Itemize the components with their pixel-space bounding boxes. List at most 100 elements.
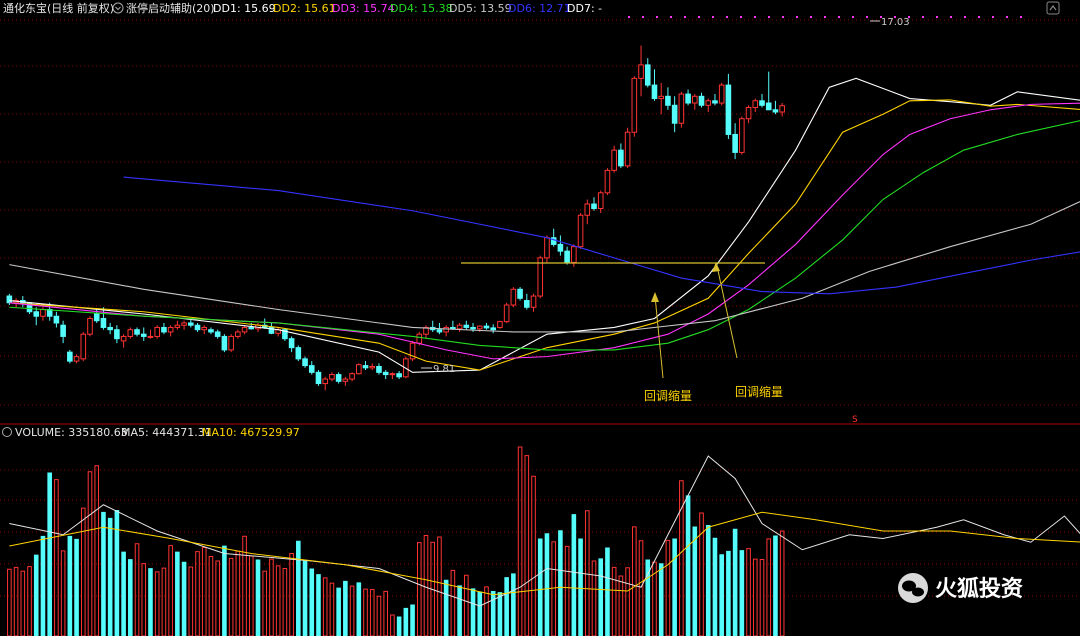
candle-body: [188, 322, 194, 326]
candle-body: [302, 358, 308, 367]
volume-bar: [80, 507, 86, 636]
dd4-label: DD4: 15.38: [390, 2, 453, 15]
candle-body: [396, 373, 402, 378]
indicator-name: 涨停启动辅助(20): [126, 1, 215, 15]
candle-body: [530, 295, 537, 308]
candle-body: [725, 84, 732, 135]
volume-bar: [665, 539, 671, 636]
candle-body: [597, 192, 604, 210]
volume-bar: [161, 567, 167, 636]
volume-bar: [779, 530, 785, 636]
volume-bar: [638, 540, 644, 636]
volume-bar: [188, 566, 194, 636]
volume-bar: [558, 530, 563, 636]
signal-dot: [838, 16, 840, 18]
candle-body: [288, 338, 295, 349]
volume-bar: [437, 536, 442, 636]
candle-body: [584, 203, 591, 216]
volume-bar: [322, 577, 328, 636]
candle-body: [33, 311, 40, 317]
volume-bar: [672, 538, 677, 636]
vol-ma10-label: MA10: 467529.97: [202, 426, 300, 439]
candle-body: [497, 321, 503, 328]
volume-bar: [517, 446, 523, 636]
signal-dot: [880, 16, 882, 18]
volume-bar: [201, 547, 207, 636]
volume-bar: [416, 542, 422, 636]
candle-body: [651, 84, 658, 100]
signal-dot: [712, 16, 714, 18]
candle-body: [745, 107, 752, 120]
dd3-label: DD3: 15.74: [332, 2, 395, 15]
volume-bar: [584, 510, 590, 636]
candle-body: [698, 95, 705, 106]
volume-bar: [511, 573, 516, 636]
ma-line-magenta: [9, 102, 1080, 360]
signal-dot: [852, 16, 854, 18]
volume-bar: [605, 547, 610, 636]
candle-body: [134, 329, 140, 335]
signal-dot: [922, 16, 924, 18]
candle-body: [671, 104, 678, 124]
volume-bar: [383, 590, 388, 636]
volume-bar: [134, 543, 140, 636]
volume-bar: [699, 512, 704, 636]
candle-body: [382, 371, 389, 376]
volume-bar: [329, 582, 335, 636]
volume-bar: [302, 560, 308, 636]
signal-dot: [936, 16, 938, 18]
candle-body: [167, 326, 174, 333]
volume-bar: [20, 570, 26, 636]
arrow-1-head: [651, 292, 659, 302]
candle-body: [483, 325, 490, 329]
candle-body: [772, 109, 779, 113]
candle-body: [443, 326, 449, 333]
volume-settings-icon[interactable]: [2, 427, 12, 437]
volume-bar: [484, 586, 489, 636]
volume-bar: [746, 548, 751, 636]
volume-bar: [343, 580, 348, 636]
s-marker: S: [852, 415, 858, 425]
volume-bar: [13, 566, 19, 636]
candle-body: [161, 326, 167, 333]
volume-bar: [537, 538, 543, 636]
candle-body: [517, 288, 523, 299]
candle-body: [154, 326, 160, 337]
candle-body: [604, 169, 611, 194]
signal-dot: [768, 16, 770, 18]
volume-bar: [309, 568, 315, 636]
candle-body: [201, 326, 208, 331]
candle-body: [732, 133, 738, 153]
candle-body: [692, 95, 698, 104]
stock-chart[interactable]: 回调缩量 回调缩量 17.03 9.81 S 通化东宝(日线 前复权) 涨停启动…: [0, 0, 1080, 636]
volume-bar: [54, 479, 59, 636]
candle-body: [631, 77, 638, 133]
volume-bar: [450, 569, 456, 636]
candle-body: [571, 246, 577, 263]
volume-bar: [759, 559, 765, 636]
volume-bar: [457, 585, 462, 636]
volume-bar: [611, 566, 617, 636]
volume-bar: [376, 595, 382, 636]
candle-body: [765, 102, 772, 111]
high-label: 17.03: [881, 17, 910, 28]
candle-body: [295, 347, 302, 360]
volume-bar: [564, 545, 570, 636]
volume-bar: [222, 545, 227, 636]
volume-bar: [692, 526, 698, 636]
volume-bar: [255, 559, 261, 636]
candle-body: [537, 257, 544, 297]
settings-icon[interactable]: [112, 2, 124, 14]
candle-body: [705, 100, 712, 106]
collapse-button[interactable]: [1046, 1, 1060, 15]
volume-bar: [773, 535, 778, 636]
candle-body: [100, 317, 107, 328]
volume-bar: [390, 614, 395, 636]
candle-body: [114, 329, 120, 340]
candle-body: [120, 335, 127, 342]
volume-bar: [752, 558, 758, 636]
candle-body: [712, 100, 718, 104]
candle-body: [658, 95, 665, 100]
candle-body: [349, 373, 355, 380]
volume-bar: [269, 558, 274, 636]
